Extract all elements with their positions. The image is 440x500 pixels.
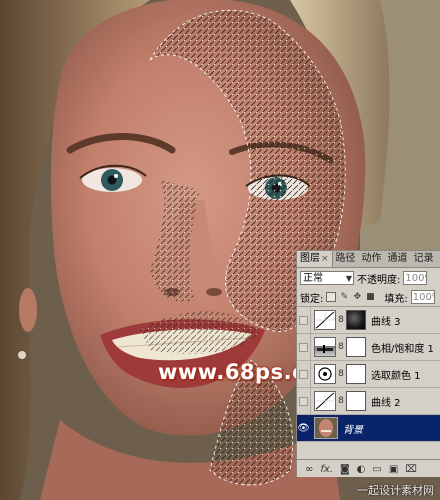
folder-icon[interactable]: ▭: [372, 464, 381, 475]
layer-name: 选取颜色 1: [371, 370, 421, 382]
curves-icon: [314, 310, 336, 330]
layers-panel: 图层× 路径 动作 通道 记录 正常 ▼ 不透明度: 100% 锁定: ✎ ✥ …: [296, 250, 440, 477]
link-icon: 8: [338, 342, 344, 352]
link-icon: 8: [338, 396, 344, 406]
brush-icon[interactable]: ✎: [339, 292, 349, 302]
layer-background[interactable]: 👁 背景: [297, 415, 440, 442]
layer-curves-2[interactable]: 8 曲线 2: [297, 388, 440, 415]
layer-name: 色相/饱和度 1: [371, 343, 434, 355]
lock-row: 锁定: ✎ ✥ ■ 填充: 100%: [297, 288, 440, 307]
opacity-field[interactable]: 100%: [403, 271, 428, 285]
layer-curves-3[interactable]: 8 曲线 3: [297, 307, 440, 334]
layer-name: 曲线 3: [371, 316, 401, 328]
hue-saturation-icon: [314, 337, 336, 357]
watermark-corner: 一起设计素材网: [357, 484, 434, 497]
link-icon[interactable]: ∞: [305, 464, 313, 475]
tab-actions[interactable]: 动作: [359, 251, 385, 267]
tab-channels[interactable]: 通道: [385, 251, 411, 267]
layer-mask-thumbnail[interactable]: [346, 391, 366, 411]
link-icon: 8: [338, 315, 344, 325]
visibility-toggle[interactable]: 👁: [297, 415, 311, 441]
tab-paths[interactable]: 路径: [333, 251, 359, 267]
visibility-toggle[interactable]: [297, 361, 311, 387]
layer-mask-thumbnail[interactable]: [346, 337, 366, 357]
eye-icon: 👁: [297, 422, 310, 434]
new-layer-icon[interactable]: ▣: [389, 464, 398, 475]
fill-field[interactable]: 100%: [410, 290, 435, 304]
adjustment-icon[interactable]: ◐: [357, 464, 366, 475]
lock-label: 锁定:: [300, 293, 324, 305]
lock-transparency-toggle[interactable]: [326, 292, 337, 302]
fx-icon[interactable]: fx.: [320, 464, 333, 475]
fill-label: 填充:: [384, 293, 408, 305]
layer-name: 曲线 2: [371, 397, 401, 409]
blend-mode-select[interactable]: 正常 ▼: [300, 271, 354, 285]
layer-thumbnail: [314, 417, 338, 439]
visibility-toggle[interactable]: [297, 388, 311, 414]
close-icon[interactable]: ×: [321, 254, 329, 264]
layer-hue-saturation-1[interactable]: 8 色相/饱和度 1: [297, 334, 440, 361]
visibility-toggle[interactable]: [297, 307, 311, 333]
layer-list: 8 曲线 3 8 色相/饱和度 1 8 选取颜色 1 8 曲线 2 👁 背景: [297, 307, 440, 442]
layer-selective-color-1[interactable]: 8 选取颜色 1: [297, 361, 440, 388]
curves-icon: [314, 391, 336, 411]
mask-icon[interactable]: ◙: [340, 464, 350, 475]
panel-bottom-bar: ∞ fx. ◙ ◐ ▭ ▣ ⌧: [297, 459, 440, 477]
blend-row: 正常 ▼ 不透明度: 100%: [297, 268, 440, 288]
trash-icon[interactable]: ⌧: [405, 464, 417, 475]
panel-tabs: 图层× 路径 动作 通道 记录: [297, 251, 440, 268]
layer-name: 背景: [343, 424, 363, 436]
tab-history[interactable]: 记录: [411, 251, 437, 267]
visibility-toggle[interactable]: [297, 334, 311, 360]
selective-color-icon: [314, 364, 336, 384]
layer-mask-thumbnail[interactable]: [346, 364, 366, 384]
opacity-label: 不透明度:: [357, 274, 401, 286]
link-icon: 8: [338, 369, 344, 379]
lock-icon[interactable]: ■: [365, 292, 375, 302]
layer-mask-thumbnail[interactable]: [346, 310, 366, 330]
tab-layers[interactable]: 图层×: [297, 251, 333, 267]
chevron-down-icon: ▼: [345, 274, 352, 283]
move-icon[interactable]: ✥: [352, 292, 362, 302]
